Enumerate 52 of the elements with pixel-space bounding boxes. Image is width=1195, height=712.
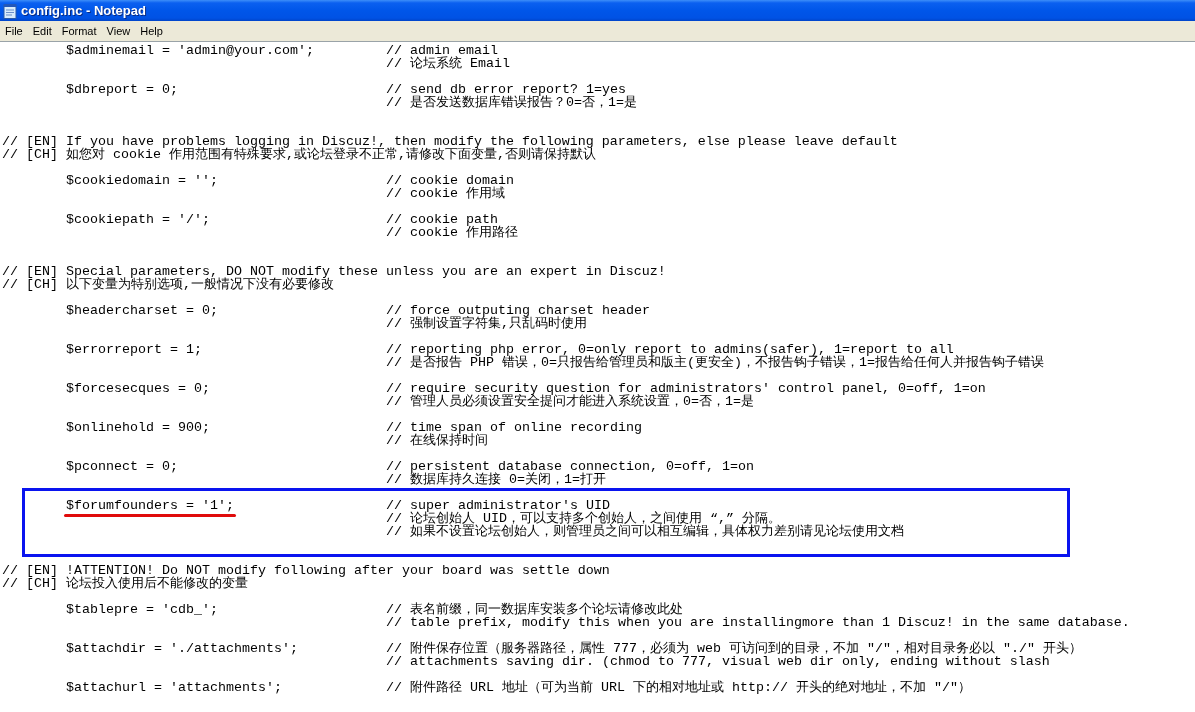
comment-line: // admin email <box>386 44 498 57</box>
comment-line: // 管理人员必须设置安全提问才能进入系统设置，0=否，1=是 <box>386 395 754 408</box>
comment-line: // 论坛系统 Email <box>386 57 510 70</box>
code-line: $cookiedomain = ''; <box>66 173 218 188</box>
comment-line: // 如果不设置论坛创始人，则管理员之间可以相互编辑，具体权力差别请见论坛使用文档 <box>386 525 904 538</box>
menu-item[interactable]: File <box>0 22 28 40</box>
comment-line: // cookie path <box>386 213 498 226</box>
section-comment: // [CH] 论坛投入使用后不能修改的变量 <box>2 577 248 590</box>
comment-line: // cookie 作用域 <box>386 187 505 200</box>
comment-line: // 数据库持久连接 0=关闭，1=打开 <box>386 473 606 486</box>
code-line: $errorreport = 1; <box>66 342 202 357</box>
code-line: $pconnect = 0; <box>66 459 178 474</box>
comment-line: // reporting php error, 0=only report to admins(safer), 1=report to all <box>386 343 954 356</box>
menu-item[interactable]: Format <box>56 22 102 40</box>
comment-line: // 论坛创始人 UID，可以支持多个创始人，之间使用 “,” 分隔。 <box>386 512 781 525</box>
section-comment: // [CH] 如您对 cookie 作用范围有特殊要求,或论坛登录不正常,请修改下面变量,否则请保持默认 <box>2 148 596 161</box>
comment-line: // 表名前缀，同一数据库安装多个论坛请修改此处 <box>386 603 683 616</box>
notepad-icon <box>3 2 17 19</box>
code-line: $attachdir = './attachments'; <box>66 641 298 656</box>
comment-line: // cookie 作用路径 <box>386 226 518 239</box>
comment-line: // persistent database connection, 0=off, 1=on <box>386 460 754 473</box>
comment-line: // time span of online recording <box>386 421 642 434</box>
menu-item[interactable]: View <box>101 22 136 40</box>
code-line: $cookiepath = '/'; <box>66 212 210 227</box>
comment-line: // require security question for administrators' control panel, 0=off, 1=on <box>386 382 986 395</box>
comment-line: // 在线保持时间 <box>386 434 488 447</box>
comment-line: // send db error report? 1=yes <box>386 83 626 96</box>
comment-line: // super administrator's UID <box>386 499 610 512</box>
code-line: $forcesecques = 0; <box>66 381 210 396</box>
comment-line: // force outputing charset header <box>386 304 650 317</box>
comment-line: // 是否报告 PHP 错误，0=只报告给管理员和版主(更安全)，不报告钩子错误，1=报告给任何人并报告钩子错误 <box>386 356 1044 369</box>
comment-line: // 强制设置字符集,只乱码时使用 <box>386 317 587 330</box>
code-line: $dbreport = 0; <box>66 82 178 97</box>
comment-line: // cookie domain <box>386 174 514 187</box>
comment-line: // attachments saving dir. (chmod to 777, visual web dir only, ending without slash <box>386 655 1050 668</box>
window-title: config.inc - Notepad <box>21 2 146 20</box>
section-comment: // [EN] If you have problems logging in Discuz!, then modify the following parameters, else please leave default <box>2 135 898 148</box>
code-line: $attachurl = 'attachments'; <box>66 680 282 695</box>
section-comment: // [EN] !ATTENTION! Do NOT modify following after your board was settle down <box>2 564 610 577</box>
menu-item[interactable]: Help <box>135 22 168 40</box>
menu-item[interactable]: Edit <box>27 22 57 40</box>
comment-line: // table prefix, modify this when you are installingmore than 1 Discuz! in the same database. <box>386 616 1130 629</box>
code-line: $headercharset = 0; <box>66 303 218 318</box>
comment-line: // 是否发送数据库错误报告？0=否，1=是 <box>386 96 637 109</box>
code-line: $forumfounders = '1'; <box>66 498 234 513</box>
code-line: $onlinehold = 900; <box>66 420 210 435</box>
section-comment: // [EN] Special parameters, DO NOT modify these unless you are an expert in Discuz! <box>2 265 666 278</box>
comment-line: // 附件路径 URL 地址（可为当前 URL 下的相对地址或 http:// 开头的绝对地址，不加 "/"） <box>386 681 971 694</box>
code-line: $tablepre = 'cdb_'; <box>66 602 218 617</box>
section-comment: // [CH] 以下变量为特别选项,一般情况下没有必要修改 <box>2 278 334 291</box>
comment-line: // 附件保存位置（服务器路径，属性 777，必须为 web 可访问到的目录，不加 "/"，相对目录务必以 "./" 开头） <box>386 642 1082 655</box>
code-line: $adminemail = 'admin@your.com'; <box>66 43 314 58</box>
